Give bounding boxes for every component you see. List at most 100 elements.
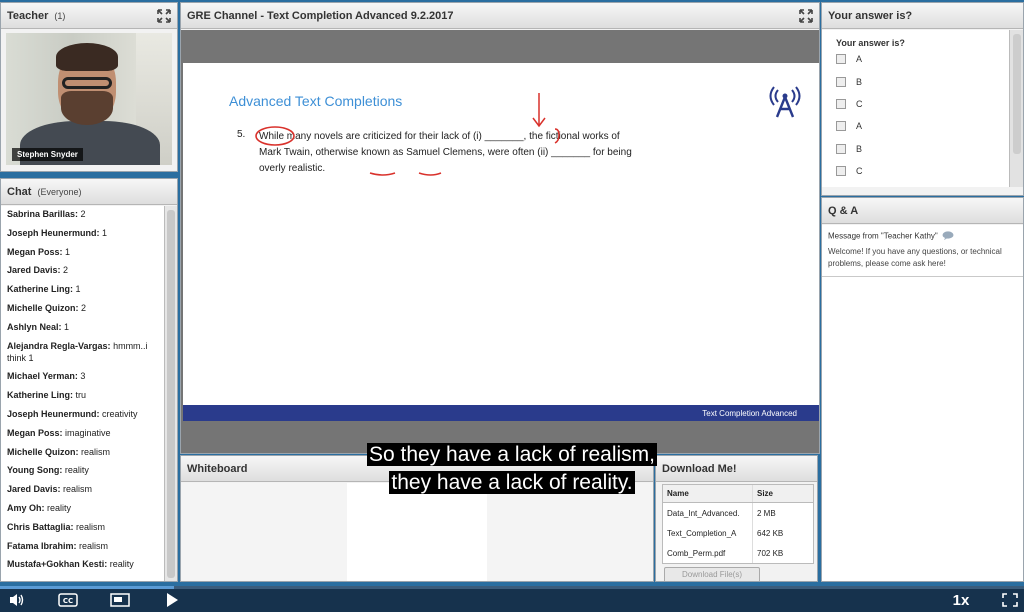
- chat-message: Katherine Ling: 1: [7, 283, 159, 295]
- poll-option[interactable]: A: [822, 48, 1009, 70]
- chat-message: Michelle Quizon: 2: [7, 302, 159, 314]
- chat-sender: Fatama Ibrahim:: [7, 540, 77, 551]
- chat-text: reality: [109, 559, 134, 570]
- teacher-count: (1): [54, 10, 66, 21]
- chat-sender: Megan Poss:: [7, 246, 63, 257]
- share-pod: GRE Channel - Text Completion Advanced 9…: [180, 2, 820, 454]
- file-rows: Data_Int_Advanced. 2 MB Text_Completion_A 6…: [663, 503, 813, 563]
- chat-text: realism: [79, 540, 109, 551]
- annotation-marks: [255, 93, 560, 176]
- poll-checkbox[interactable]: [836, 121, 846, 132]
- file-row[interactable]: Data_Int_Advanced. 2 MB: [663, 503, 813, 523]
- download-files-button[interactable]: Download File(s): [664, 567, 760, 581]
- poll-option-label: A: [856, 121, 863, 132]
- file-table: Name Size Data_Int_Advanced. 2 MB Text_Com…: [662, 484, 814, 564]
- subtitle-line-1: So they have a lack of realism,: [0, 443, 1024, 467]
- file-name: Data_Int_Advanced.: [663, 503, 753, 523]
- subtitle-text-2: they have a lack of reality.: [389, 471, 635, 494]
- teacher-name-caption: Stephen Snyder: [12, 148, 83, 161]
- answer-scroll-thumb[interactable]: [1013, 34, 1021, 154]
- chat-text: 1: [75, 284, 81, 295]
- chat-pod-title: Chat: [7, 185, 32, 198]
- chat-message: Sabrina Barillas: 2: [7, 208, 159, 220]
- chat-sender: Katherine Ling:: [7, 284, 74, 295]
- subtitle-line-2: they have a lack of reality.: [0, 471, 1024, 495]
- file-row[interactable]: Text_Completion_A 642 KB: [663, 523, 813, 543]
- teacher-video: Stephen Snyder: [6, 33, 172, 165]
- chat-sender: Joseph Heunermund:: [7, 227, 100, 238]
- progress-fill: [0, 586, 175, 589]
- playback-speed[interactable]: 1x: [946, 591, 976, 609]
- poll-option[interactable]: C: [822, 93, 1009, 115]
- fullscreen-icon[interactable]: [1000, 591, 1020, 609]
- answer-pod-header: Your answer is?: [822, 3, 1023, 29]
- file-row[interactable]: Comb_Perm.pdf 702 KB: [663, 543, 813, 563]
- file-name: Text_Completion_A: [663, 523, 753, 543]
- poll-question: Your answer is?: [836, 38, 905, 48]
- answer-pod: Your answer is? Your answer is? ABCABC: [821, 2, 1024, 196]
- poll-checkbox[interactable]: [836, 166, 846, 177]
- volume-icon[interactable]: [6, 591, 28, 609]
- chat-sender: Amy Oh:: [7, 502, 45, 513]
- chat-scroll-thumb[interactable]: [167, 210, 175, 578]
- chat-message: Joseph Heunermund: creativity: [7, 408, 159, 420]
- chat-text: tru: [75, 390, 87, 401]
- share-pod-title: GRE Channel - Text Completion Advanced 9…: [187, 9, 454, 22]
- closed-captions-icon[interactable]: CC: [56, 591, 80, 609]
- chat-sender: Chris Battaglia:: [7, 521, 74, 532]
- chat-scrollbar[interactable]: [164, 206, 177, 581]
- whiteboard-canvas[interactable]: [347, 483, 487, 581]
- chat-text: 3: [80, 371, 86, 382]
- poll-checkbox[interactable]: [836, 98, 846, 109]
- video-player-controls: CC 1x: [0, 586, 1024, 612]
- poll-option[interactable]: C: [822, 160, 1009, 182]
- chat-text: reality: [47, 502, 72, 513]
- answer-poll-body: Your answer is? ABCABC: [822, 30, 1009, 187]
- poll-checkbox[interactable]: [836, 54, 846, 65]
- answer-scrollbar[interactable]: [1009, 30, 1023, 187]
- chat-message: Mustafa+Gokhan Kesti: reality: [7, 558, 159, 570]
- chat-message: Megan Poss: 1: [7, 246, 159, 258]
- chat-message: Fatama Ibrahim: realism: [7, 540, 159, 552]
- chat-message-list: Sabrina Barillas: 2 Joseph Heunermund: 1M…: [1, 206, 165, 581]
- poll-option[interactable]: B: [822, 70, 1009, 92]
- chat-message: Amy Oh: reality: [7, 502, 159, 514]
- maximize-icon[interactable]: [157, 8, 171, 23]
- chat-sender: Megan Poss:: [7, 427, 63, 438]
- qa-message: Message from "Teacher Kathy" Welcome! If…: [822, 225, 1023, 277]
- chat-sender: Alejandra Regla-Vargas:: [7, 340, 111, 351]
- answer-pod-title: Your answer is?: [828, 9, 913, 22]
- chat-text: 1: [64, 321, 70, 332]
- chat-sender: Joseph Heunermund:: [7, 408, 100, 419]
- chat-sender: Ashlyn Neal:: [7, 321, 62, 332]
- chat-text: 2: [80, 209, 86, 219]
- qa-pod-title: Q & A: [828, 204, 859, 217]
- chat-text: 1: [102, 227, 108, 238]
- maximize-icon[interactable]: [799, 8, 813, 23]
- progress-bar[interactable]: [0, 586, 1024, 589]
- poll-option[interactable]: A: [822, 115, 1009, 137]
- chat-text: creativity: [102, 408, 138, 419]
- poll-option[interactable]: B: [822, 138, 1009, 160]
- play-icon[interactable]: [160, 591, 184, 609]
- picture-in-picture-icon[interactable]: [108, 591, 132, 609]
- chat-message: Katherine Ling: tru: [7, 389, 159, 401]
- file-size: 642 KB: [757, 528, 784, 538]
- chat-text: imaginative: [65, 427, 111, 438]
- presentation-slide: Advanced Text Completions 5. While many …: [183, 63, 819, 421]
- file-name: Comb_Perm.pdf: [663, 543, 753, 563]
- chat-text: realism: [76, 521, 106, 532]
- chat-sender: Jared Davis:: [7, 265, 61, 276]
- chat-scope[interactable]: (Everyone): [37, 187, 81, 197]
- poll-checkbox[interactable]: [836, 143, 846, 154]
- qa-pod: Q & A Message from "Teacher Kathy" Welco…: [821, 197, 1024, 582]
- chat-message: Joseph Heunermund: 1: [7, 227, 159, 239]
- poll-option-label: B: [856, 76, 863, 87]
- file-size: 702 KB: [757, 548, 784, 558]
- chat-text: 2: [81, 302, 87, 313]
- chat-text: 2: [63, 265, 69, 276]
- share-pod-header: GRE Channel - Text Completion Advanced 9…: [181, 3, 819, 29]
- poll-checkbox[interactable]: [836, 76, 846, 87]
- chat-text: 1: [65, 246, 71, 257]
- chat-sender: Mustafa+Gokhan Kesti:: [7, 559, 108, 570]
